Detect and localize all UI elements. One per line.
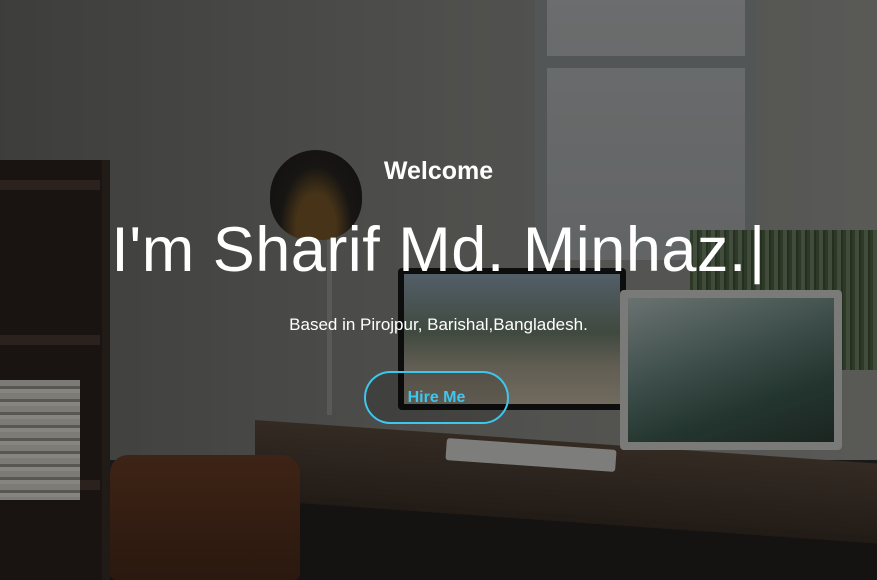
hero-greeting: Welcome xyxy=(383,157,494,185)
hero-section: Welcome I'm Sharif Md. Minhaz.| Based in… xyxy=(0,0,877,580)
hire-me-button[interactable]: Hire Me xyxy=(364,371,509,424)
hero-headline: I'm Sharif Md. Minhaz.| xyxy=(0,214,877,286)
hero-tagline: Based in Pirojpur, Barishal,Bangladesh. xyxy=(289,315,588,334)
hero-headline-text: I'm Sharif Md. Minhaz. xyxy=(111,215,747,285)
typing-cursor: | xyxy=(748,215,766,285)
